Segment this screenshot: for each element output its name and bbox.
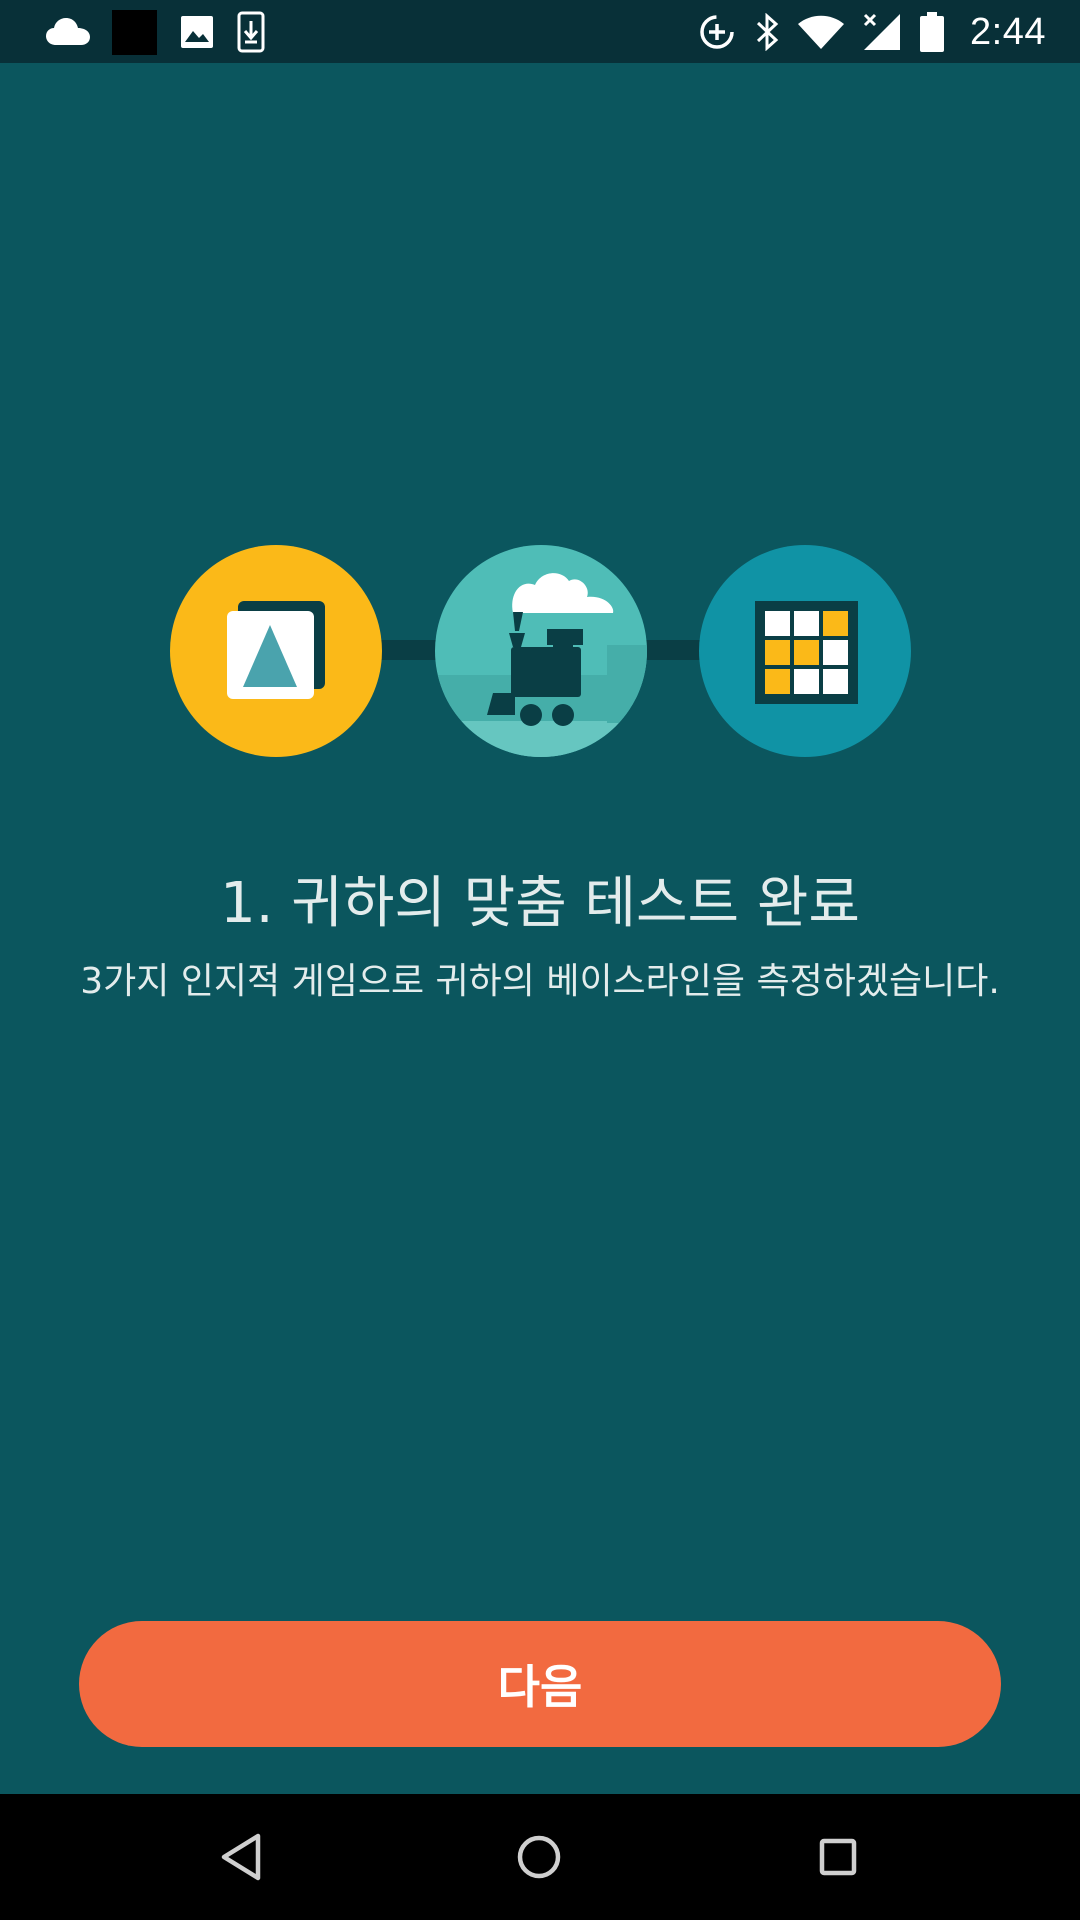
game-3-circle bbox=[699, 545, 911, 757]
home-button[interactable] bbox=[506, 1824, 572, 1890]
triangle-card-icon bbox=[227, 601, 325, 699]
recents-icon bbox=[819, 1838, 857, 1876]
grid-icon bbox=[755, 601, 858, 704]
navigation-bar bbox=[0, 1794, 1080, 1920]
game-1-circle bbox=[170, 545, 382, 757]
back-icon bbox=[221, 1833, 261, 1881]
battery-icon bbox=[920, 12, 945, 52]
back-button[interactable] bbox=[208, 1824, 274, 1890]
status-bar: 2:44 bbox=[0, 0, 1080, 63]
clock: 2:44 bbox=[970, 10, 1046, 53]
image-icon bbox=[181, 16, 213, 48]
bluetooth-icon bbox=[757, 13, 779, 51]
games-illustration bbox=[0, 540, 1080, 760]
black-square-icon bbox=[112, 9, 157, 55]
download-icon bbox=[237, 11, 265, 53]
cloud-icon bbox=[46, 18, 90, 45]
data-saver-icon bbox=[700, 15, 734, 49]
step-title: 1. 귀하의 맞춤 테스트 완료 bbox=[220, 871, 860, 936]
step-description: 3가지 인지적 게임으로 귀하의 베이스라인을 측정하겠습니다. bbox=[80, 961, 1000, 1002]
signal-icon bbox=[863, 13, 901, 50]
home-icon bbox=[517, 1835, 561, 1879]
wifi-icon bbox=[798, 15, 845, 49]
train-icon bbox=[435, 573, 647, 757]
game-2-circle bbox=[435, 545, 647, 757]
recents-button[interactable] bbox=[805, 1824, 871, 1890]
next-button[interactable]: 다음 bbox=[79, 1621, 1001, 1747]
